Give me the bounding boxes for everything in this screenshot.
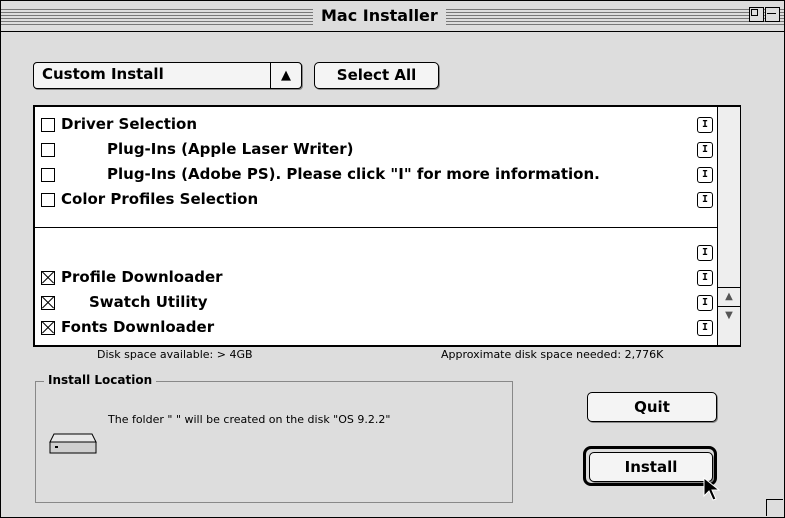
item-label: Plug-Ins (Adobe PS). Please click "I" fo… xyxy=(107,165,600,183)
info-button-icon[interactable]: I xyxy=(697,270,713,286)
scroll-up-arrow-icon[interactable]: ▲ xyxy=(718,287,740,306)
info-button-icon[interactable]: I xyxy=(697,295,713,311)
resize-grip-icon[interactable] xyxy=(766,499,783,516)
checkbox[interactable] xyxy=(41,168,55,182)
info-button-icon[interactable]: I xyxy=(697,245,713,261)
window-title: Mac Installer xyxy=(313,5,446,27)
info-button-icon[interactable]: I xyxy=(697,167,713,183)
item-label: Fonts Downloader xyxy=(61,318,215,336)
installer-window: Mac Installer Custom Install ▲ Select Al… xyxy=(0,0,785,518)
info-button-icon[interactable]: I xyxy=(697,320,713,336)
checkbox[interactable] xyxy=(41,193,55,207)
install-button[interactable]: Install xyxy=(589,452,713,482)
component-list[interactable]: Driver Selection I Plug-Ins (Apple Laser… xyxy=(33,105,741,347)
hard-disk-icon xyxy=(49,433,97,454)
list-item[interactable]: Color Profiles Selection I xyxy=(35,188,717,213)
info-button-icon[interactable]: I xyxy=(697,117,713,133)
list-item[interactable]: Driver Selection I xyxy=(35,113,717,138)
quit-button[interactable]: Quit xyxy=(587,392,717,422)
title-bar[interactable]: Mac Installer xyxy=(1,1,784,32)
mouse-cursor-icon xyxy=(703,477,721,501)
checkbox[interactable] xyxy=(41,118,55,132)
checkbox-checked[interactable] xyxy=(41,296,55,310)
install-location-group: Install Location The folder " " will be … xyxy=(35,373,513,503)
list-item[interactable]: Fonts Downloader I xyxy=(35,316,717,341)
item-label: Color Profiles Selection xyxy=(61,190,259,208)
item-label: Swatch Utility xyxy=(89,293,208,311)
item-label: Profile Downloader xyxy=(61,268,223,286)
disk-space-available: Disk space available: > 4GB xyxy=(97,348,253,361)
list-item[interactable]: Plug-Ins (Apple Laser Writer) I xyxy=(35,138,717,163)
collapse-box-icon[interactable] xyxy=(765,7,780,22)
install-type-label: Custom Install xyxy=(42,65,164,83)
info-button-icon[interactable]: I xyxy=(697,142,713,158)
scroll-down-arrow-icon[interactable]: ▼ xyxy=(718,306,740,325)
list-item[interactable]: Swatch Utility I xyxy=(35,291,717,316)
popup-arrows-icon: ▲ xyxy=(270,63,301,88)
list-item[interactable]: Plug-Ins (Adobe PS). Please click "I" fo… xyxy=(35,163,717,188)
list-item[interactable]: I xyxy=(35,241,717,266)
install-location-message: The folder " " will be created on the di… xyxy=(108,413,391,426)
install-type-popup[interactable]: Custom Install ▲ xyxy=(33,62,302,89)
item-label: Driver Selection xyxy=(61,115,198,133)
vertical-scrollbar[interactable]: ▲ ▼ xyxy=(717,107,740,345)
select-all-button[interactable]: Select All xyxy=(314,62,439,89)
item-label: Plug-Ins (Apple Laser Writer) xyxy=(107,140,354,158)
checkbox-checked[interactable] xyxy=(41,321,55,335)
zoom-box-icon[interactable] xyxy=(749,7,764,22)
info-button-icon[interactable]: I xyxy=(697,192,713,208)
checkbox[interactable] xyxy=(41,143,55,157)
install-location-legend: Install Location xyxy=(44,373,157,387)
disk-space-needed: Approximate disk space needed: 2,776K xyxy=(441,348,664,361)
list-item[interactable]: Profile Downloader I xyxy=(35,266,717,291)
list-divider xyxy=(35,227,717,228)
checkbox-checked[interactable] xyxy=(41,271,55,285)
